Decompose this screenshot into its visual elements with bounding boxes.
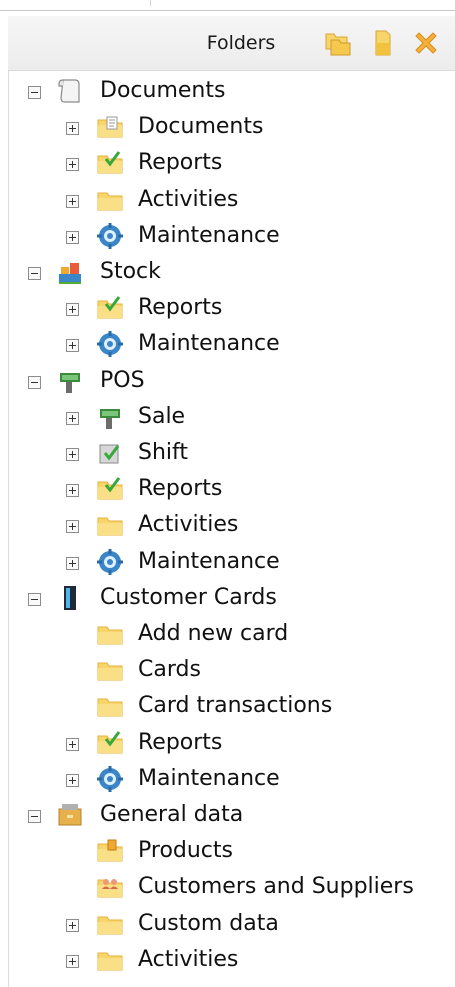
products-folder-icon xyxy=(97,839,123,862)
tree-node[interactable]: Reports xyxy=(0,291,455,327)
tree-node[interactable]: Products xyxy=(0,834,455,870)
tree-node[interactable]: Cards xyxy=(0,653,455,689)
tree-node-label[interactable]: Maintenance xyxy=(138,549,280,574)
expand-plus-icon[interactable] xyxy=(66,303,79,317)
reports-folder-icon xyxy=(97,296,123,319)
folder-icon xyxy=(97,952,123,971)
general-data-icon xyxy=(58,804,82,826)
tree-node-label[interactable]: Activities xyxy=(138,947,238,972)
collapse-minus-icon[interactable] xyxy=(28,592,41,606)
folder-icon xyxy=(97,698,123,717)
tree-node-label[interactable]: Documents xyxy=(100,78,225,103)
tree-node[interactable]: Add new card xyxy=(0,617,455,653)
tree-node[interactable]: Activities xyxy=(0,508,455,544)
customers-folder-icon xyxy=(97,879,123,898)
expand-plus-icon[interactable] xyxy=(66,122,79,136)
tree-node-label[interactable]: Reports xyxy=(138,476,222,501)
tree-node[interactable]: POS xyxy=(0,364,455,400)
tree-node[interactable]: Reports xyxy=(0,146,455,182)
folder-icon xyxy=(97,192,123,211)
tree-node-label[interactable]: Shift xyxy=(138,440,188,465)
expand-plus-icon[interactable] xyxy=(66,918,79,932)
reports-folder-icon xyxy=(97,730,123,754)
tree-node[interactable]: Customers and Suppliers xyxy=(0,870,455,906)
expand-plus-icon[interactable] xyxy=(66,737,79,751)
tree-node[interactable]: Activities xyxy=(0,943,455,979)
tree-node[interactable]: Maintenance xyxy=(0,762,455,798)
maintenance-gear-icon xyxy=(97,765,123,792)
expand-plus-icon[interactable] xyxy=(66,339,79,353)
maintenance-gear-icon xyxy=(97,222,123,249)
tree-node-label[interactable]: Reports xyxy=(138,150,222,175)
tree-node-label[interactable]: POS xyxy=(100,368,145,393)
tree-node-label[interactable]: Stock xyxy=(100,259,161,284)
folder-icon xyxy=(97,517,123,536)
tree-node-label[interactable]: Customer Cards xyxy=(100,585,277,610)
tree-node-label[interactable]: Maintenance xyxy=(138,331,280,356)
expand-plus-icon[interactable] xyxy=(66,194,79,208)
folder-icon xyxy=(97,626,123,645)
reports-folder-icon xyxy=(97,477,123,500)
folder-icon xyxy=(97,662,123,681)
tree-node-label[interactable]: Card transactions xyxy=(138,693,332,718)
folder-icon xyxy=(97,916,123,935)
reports-folder-icon xyxy=(97,151,123,174)
tree-node[interactable]: Stock xyxy=(0,255,455,291)
customer-card-icon xyxy=(64,585,76,610)
expand-plus-icon[interactable] xyxy=(66,230,79,244)
collapse-minus-icon[interactable] xyxy=(28,810,41,823)
expand-plus-icon[interactable] xyxy=(66,448,79,461)
collapse-minus-icon[interactable] xyxy=(28,86,41,99)
tree-node-label[interactable]: Cards xyxy=(138,657,201,682)
tree-node[interactable]: Customer Cards xyxy=(0,581,455,617)
tree-node-label[interactable]: Custom data xyxy=(138,911,279,936)
folder-tree: Documents Documents Reports Activities Maint… xyxy=(0,0,455,987)
tree-node[interactable]: Documents xyxy=(0,110,455,146)
expand-plus-icon[interactable] xyxy=(66,773,79,787)
tree-node-label[interactable]: General data xyxy=(100,802,243,827)
collapse-minus-icon[interactable] xyxy=(28,267,41,280)
tree-node[interactable]: Reports xyxy=(0,472,455,508)
expand-plus-icon[interactable] xyxy=(66,484,79,498)
document-folder-icon xyxy=(97,116,123,138)
tree-node-label[interactable]: Maintenance xyxy=(138,223,280,248)
tree-node[interactable]: Reports xyxy=(0,726,455,762)
maintenance-gear-icon xyxy=(97,548,123,575)
tree-node[interactable]: Custom data xyxy=(0,907,455,943)
tree-node[interactable]: Shift xyxy=(0,436,455,472)
tree-node-label[interactable]: Products xyxy=(138,838,233,863)
pos-terminal-icon xyxy=(60,372,80,393)
pos-terminal-icon xyxy=(100,408,120,429)
stock-icon xyxy=(59,263,81,284)
tree-node-label[interactable]: Add new card xyxy=(138,621,288,646)
collapse-minus-icon[interactable] xyxy=(28,375,41,389)
expand-plus-icon[interactable] xyxy=(66,556,79,570)
tree-node[interactable]: Sale xyxy=(0,400,455,436)
expand-plus-icon[interactable] xyxy=(66,954,79,968)
tree-node-label[interactable]: Activities xyxy=(138,187,238,212)
tree-node-label[interactable]: Reports xyxy=(138,295,222,320)
tree-node[interactable]: Activities xyxy=(0,183,455,219)
expand-plus-icon[interactable] xyxy=(66,411,79,425)
tree-node-label[interactable]: Customers and Suppliers xyxy=(138,874,414,899)
tree-node-label[interactable]: Documents xyxy=(138,114,263,139)
tree-node[interactable]: Documents xyxy=(0,74,455,110)
tree-node[interactable]: Maintenance xyxy=(0,545,455,581)
shift-icon xyxy=(99,444,120,464)
maintenance-gear-icon xyxy=(97,331,123,358)
tree-node-label[interactable]: Maintenance xyxy=(138,766,280,791)
tree-node[interactable]: Maintenance xyxy=(0,219,455,255)
tree-node[interactable]: Card transactions xyxy=(0,689,455,725)
tree-node-label[interactable]: Activities xyxy=(138,512,238,537)
document-scroll-icon xyxy=(58,79,80,103)
expand-plus-icon[interactable] xyxy=(66,158,79,172)
tree-node[interactable]: Maintenance xyxy=(0,327,455,363)
expand-plus-icon[interactable] xyxy=(66,520,79,534)
tree-node-label[interactable]: Sale xyxy=(138,404,185,429)
tree-node[interactable]: General data xyxy=(0,798,455,834)
tree-node-label[interactable]: Reports xyxy=(138,730,222,755)
